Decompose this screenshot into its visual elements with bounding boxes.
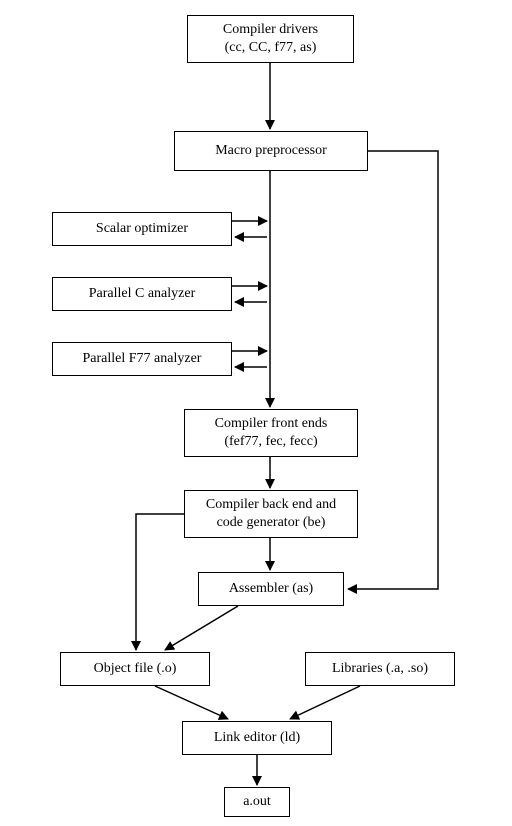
node-parallel-f77-analyzer: Parallel F77 analyzer	[52, 342, 232, 376]
label: Object file (.o)	[94, 660, 177, 678]
node-libraries: Libraries (.a, .so)	[305, 652, 455, 686]
label: Libraries (.a, .so)	[332, 660, 428, 678]
node-macro-preprocessor: Macro preprocessor	[174, 131, 368, 171]
node-compiler-drivers: Compiler drivers (cc, CC, f77, as)	[187, 15, 354, 63]
sublabel: code generator (be)	[217, 514, 326, 532]
sublabel: (cc, CC, f77, as)	[225, 39, 317, 57]
label: Link editor (ld)	[214, 729, 300, 747]
label: Compiler drivers	[223, 21, 318, 39]
node-a-out: a.out	[224, 787, 290, 817]
node-link-editor: Link editor (ld)	[182, 721, 332, 755]
node-parallel-c-analyzer: Parallel C analyzer	[52, 277, 232, 311]
node-object-file: Object file (.o)	[60, 652, 210, 686]
label: Assembler (as)	[229, 580, 313, 598]
label: Parallel C analyzer	[89, 285, 196, 303]
label: a.out	[243, 793, 271, 811]
node-assembler: Assembler (as)	[198, 572, 344, 606]
sublabel: (fef77, fec, fecc)	[224, 433, 317, 451]
label: Compiler back end and	[206, 496, 336, 514]
label: Compiler front ends	[215, 415, 328, 433]
node-scalar-optimizer: Scalar optimizer	[52, 212, 232, 246]
label: Scalar optimizer	[96, 220, 188, 238]
node-compiler-back-end: Compiler back end and code generator (be…	[184, 490, 358, 538]
label: Macro preprocessor	[215, 142, 327, 160]
node-compiler-front-ends: Compiler front ends (fef77, fec, fecc)	[184, 409, 358, 457]
label: Parallel F77 analyzer	[83, 350, 202, 368]
